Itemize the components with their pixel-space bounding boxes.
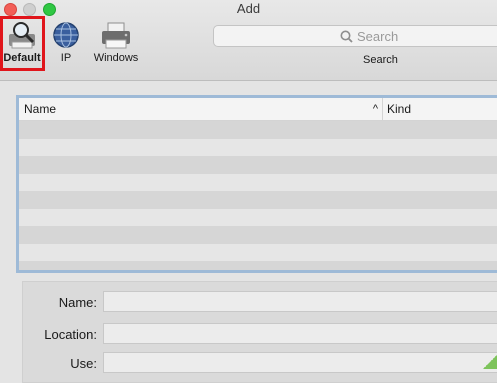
table-row bbox=[19, 156, 497, 174]
location-label: Location: bbox=[44, 327, 97, 342]
table-row bbox=[19, 138, 497, 156]
table-header: Name ^ Kind bbox=[19, 98, 497, 121]
zoom-window-button[interactable] bbox=[43, 3, 56, 16]
close-window-button[interactable] bbox=[4, 3, 17, 16]
globe-icon bbox=[53, 22, 79, 48]
table-row bbox=[19, 243, 497, 261]
sort-ascending-icon: ^ bbox=[372, 103, 378, 115]
corner-decoration bbox=[483, 355, 497, 369]
toolbar-ip-label: IP bbox=[60, 52, 72, 64]
column-header-kind[interactable]: Kind bbox=[383, 98, 411, 120]
search-label: Search bbox=[363, 54, 398, 66]
table-row bbox=[19, 226, 497, 244]
table-row bbox=[19, 208, 497, 226]
minimize-window-button[interactable] bbox=[23, 3, 36, 16]
table-row bbox=[19, 173, 497, 191]
search-input[interactable]: Search bbox=[213, 25, 497, 47]
selection-highlight bbox=[0, 16, 45, 71]
name-label: Name: bbox=[58, 295, 97, 310]
toolbar-windows-button[interactable]: Windows bbox=[90, 20, 142, 64]
table-row bbox=[19, 261, 497, 270]
table-row bbox=[19, 121, 497, 139]
printer-icon bbox=[102, 22, 130, 49]
window-title: Add bbox=[236, 1, 261, 16]
printer-details-form: Name: Location: Use: bbox=[22, 281, 497, 383]
toolbar-ip-button[interactable]: IP bbox=[50, 20, 82, 64]
search-icon bbox=[340, 30, 353, 43]
toolbar-windows-label: Windows bbox=[93, 52, 139, 64]
use-field[interactable] bbox=[103, 352, 497, 373]
toolbar: Add Default IP Windows Search Search bbox=[0, 0, 497, 81]
column-header-name[interactable]: Name ^ bbox=[19, 98, 383, 120]
table-row bbox=[19, 191, 497, 209]
location-field[interactable] bbox=[103, 323, 497, 344]
table-rows bbox=[19, 121, 497, 270]
name-field[interactable] bbox=[103, 291, 497, 312]
search-placeholder: Search bbox=[357, 29, 399, 44]
printer-list[interactable]: Name ^ Kind bbox=[16, 95, 497, 273]
